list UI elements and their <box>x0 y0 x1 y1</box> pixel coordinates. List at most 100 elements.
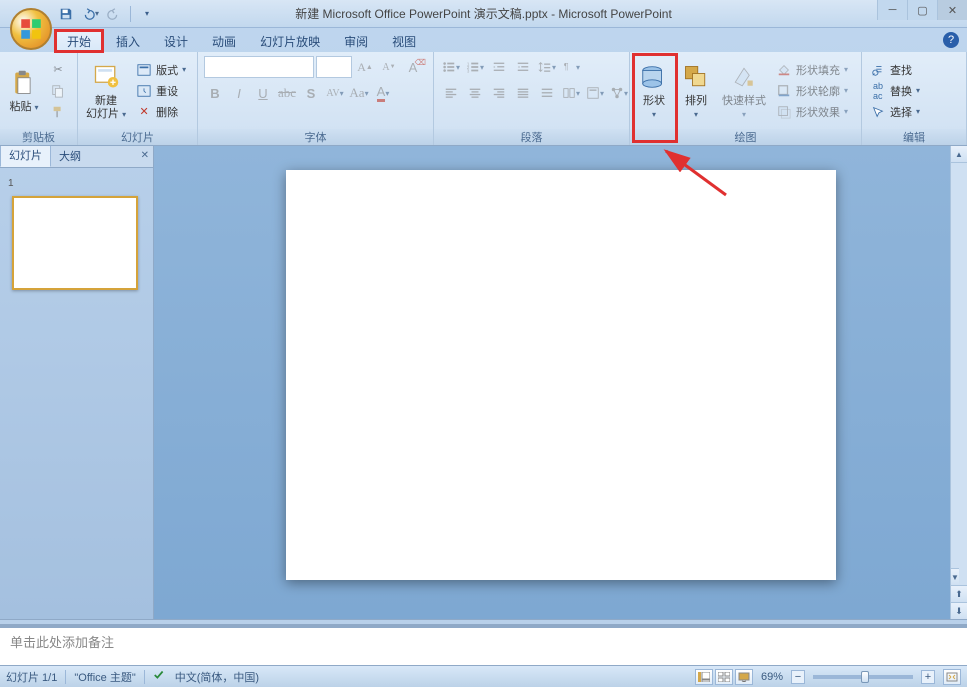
save-button[interactable] <box>56 4 76 24</box>
tab-slideshow[interactable]: 幻灯片放映 <box>248 30 332 52</box>
help-icon[interactable]: ? <box>943 32 959 48</box>
close-button[interactable]: ✕ <box>937 0 967 20</box>
status-language[interactable]: 中文(简体，中国) <box>175 669 259 685</box>
numbering-button[interactable]: 123▾ <box>464 56 486 78</box>
tab-review[interactable]: 审阅 <box>332 30 380 52</box>
view-sorter-button[interactable] <box>715 669 733 685</box>
columns-button[interactable]: ▾ <box>560 82 582 104</box>
scroll-down-button[interactable]: ▼ <box>951 568 959 585</box>
zoom-slider[interactable] <box>813 675 913 679</box>
shapes-button[interactable]: 形状▾ <box>634 58 674 124</box>
shrink-font-button[interactable]: A▼ <box>378 56 400 78</box>
undo-button[interactable]: ▾ <box>80 4 100 24</box>
new-slide-label: 新建 幻灯片 <box>86 95 119 119</box>
paste-button[interactable]: 粘贴 ▾ <box>4 58 44 124</box>
arrange-label: 排列 <box>685 95 707 107</box>
notes-pane[interactable]: 单击此处添加备注 <box>0 625 967 665</box>
italic-button[interactable]: I <box>228 82 250 104</box>
titlebar: ▾ ▾ 新建 Microsoft Office PowerPoint 演示文稿.… <box>0 0 967 28</box>
status-theme[interactable]: "Office 主题" <box>74 669 135 685</box>
align-center-button[interactable] <box>464 82 486 104</box>
increase-indent-button[interactable] <box>512 56 534 78</box>
bold-button[interactable]: B <box>204 82 226 104</box>
smartart-button[interactable]: ▾ <box>608 82 630 104</box>
view-normal-button[interactable] <box>695 669 713 685</box>
copy-button[interactable] <box>46 81 70 101</box>
maximize-button[interactable]: ▢ <box>907 0 937 20</box>
scroll-up-button[interactable]: ▲ <box>951 146 967 163</box>
replace-button[interactable]: abac替换▾ <box>866 81 924 101</box>
slide-number: 1 <box>8 178 14 189</box>
arrange-button[interactable]: 排列▾ <box>676 58 716 124</box>
line-spacing-button[interactable]: ▾ <box>536 56 558 78</box>
office-button[interactable] <box>10 8 52 50</box>
shapes-label: 形状 <box>643 95 665 107</box>
statusbar: 幻灯片 1/1 "Office 主题" 中文(简体，中国) 69% − + <box>0 665 967 687</box>
tab-animations[interactable]: 动画 <box>200 30 248 52</box>
spellcheck-icon[interactable] <box>153 668 167 685</box>
group-label-clipboard: 剪贴板 <box>0 129 77 145</box>
zoom-in-button[interactable]: + <box>921 670 935 684</box>
minimize-button[interactable]: ─ <box>877 0 907 20</box>
change-case-button[interactable]: Aa▾ <box>348 82 370 104</box>
tab-slides-thumbnails[interactable]: 幻灯片 <box>0 146 51 167</box>
zoom-slider-thumb[interactable] <box>861 671 869 683</box>
view-slideshow-button[interactable] <box>735 669 753 685</box>
underline-button[interactable]: U <box>252 82 274 104</box>
font-color-button[interactable]: A▾ <box>372 82 394 104</box>
clear-formatting-button[interactable]: A⌫ <box>402 56 424 78</box>
group-label-drawing: 绘图 <box>630 129 861 145</box>
slide-canvas[interactable] <box>286 170 836 580</box>
shape-fill-button[interactable]: 形状填充▾ <box>772 60 852 80</box>
tab-home[interactable]: 开始 <box>54 29 104 52</box>
tab-outline[interactable]: 大纲 <box>51 146 89 167</box>
quick-styles-label: 快速样式 <box>722 95 766 107</box>
bullets-button[interactable]: ▾ <box>440 56 462 78</box>
close-panel-button[interactable]: ✕ <box>141 150 149 161</box>
group-drawing: 形状▾ 排列▾ 快速样式▾ 形状填充▾ 形状轮廓▾ 形状效果▾ 绘图 <box>630 52 862 145</box>
select-button[interactable]: 选择▾ <box>866 102 924 122</box>
distributed-button[interactable] <box>536 82 558 104</box>
grow-font-button[interactable]: A▲ <box>354 56 376 78</box>
reset-button[interactable]: 重设 <box>132 81 190 101</box>
tab-insert[interactable]: 插入 <box>104 30 152 52</box>
find-label: 查找 <box>890 62 912 78</box>
status-zoom-value[interactable]: 69% <box>761 671 783 683</box>
align-right-button[interactable] <box>488 82 510 104</box>
shadow-button[interactable]: S <box>300 82 322 104</box>
tab-view[interactable]: 视图 <box>380 30 428 52</box>
font-family-combo[interactable] <box>204 56 314 78</box>
qat-customize-button[interactable]: ▾ <box>137 4 157 24</box>
strikethrough-button[interactable]: abc <box>276 82 298 104</box>
delete-slide-button[interactable]: ✕删除 <box>132 102 190 122</box>
decrease-indent-button[interactable] <box>488 56 510 78</box>
status-slide-count[interactable]: 幻灯片 1/1 <box>6 669 57 685</box>
svg-text:¶: ¶ <box>564 62 569 72</box>
fit-to-window-button[interactable] <box>943 669 961 685</box>
layout-label: 版式 <box>156 62 178 78</box>
new-slide-button[interactable]: 新建 幻灯片 ▾ <box>82 58 130 124</box>
shape-effects-button[interactable]: 形状效果▾ <box>772 102 852 122</box>
align-text-button[interactable]: ▾ <box>584 82 606 104</box>
find-button[interactable]: 查找 <box>866 60 924 80</box>
align-left-button[interactable] <box>440 82 462 104</box>
prev-slide-button[interactable]: ⬆ <box>951 585 967 602</box>
font-size-combo[interactable] <box>316 56 352 78</box>
shape-fill-label: 形状填充 <box>796 62 840 78</box>
zoom-out-button[interactable]: − <box>791 670 805 684</box>
cut-button[interactable]: ✂ <box>46 60 70 80</box>
tab-design[interactable]: 设计 <box>152 30 200 52</box>
quick-styles-button[interactable]: 快速样式▾ <box>718 58 770 124</box>
justify-button[interactable] <box>512 82 534 104</box>
layout-button[interactable]: 版式▾ <box>132 60 190 80</box>
format-painter-button[interactable] <box>46 102 70 122</box>
char-spacing-button[interactable]: AV▾ <box>324 82 346 104</box>
shape-outline-button[interactable]: 形状轮廓▾ <box>772 81 852 101</box>
text-direction-button[interactable]: ¶▾ <box>560 56 582 78</box>
slide-thumbnail-1[interactable]: 1 <box>0 168 153 305</box>
next-slide-button[interactable]: ⬇ <box>951 602 967 619</box>
notes-placeholder: 单击此处添加备注 <box>10 635 114 650</box>
vertical-scrollbar[interactable]: ▲ ▼ ⬆ ⬇ <box>950 146 967 619</box>
slide-editor[interactable]: ▲ ▼ ⬆ ⬇ <box>154 146 967 619</box>
redo-button[interactable] <box>104 4 124 24</box>
